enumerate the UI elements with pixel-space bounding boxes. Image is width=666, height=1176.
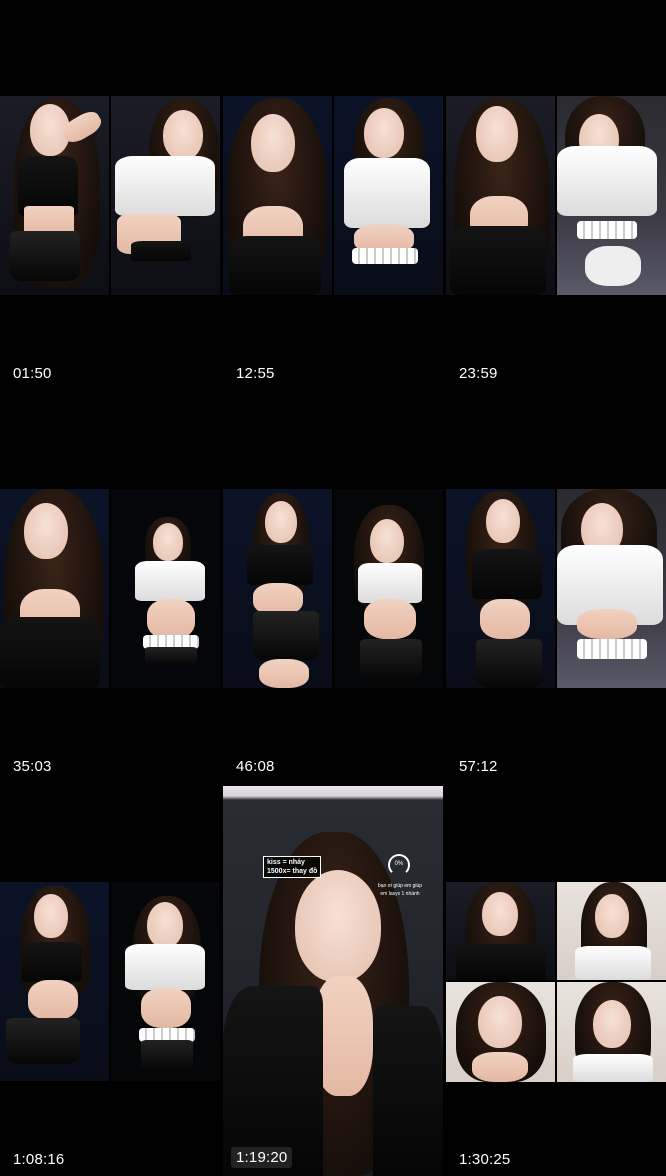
thumbnail-image-left: [446, 96, 555, 295]
thumbnail-image-left: [446, 489, 555, 688]
thumbnail-image-left: [0, 882, 109, 1081]
thumbnail-cell: [557, 982, 666, 1082]
thumbnail-image: [223, 786, 443, 1176]
video-thumbnail-1[interactable]: 01:50: [0, 0, 220, 390]
timestamp: 23:59: [459, 365, 498, 382]
thumbnail-image-right: [334, 489, 443, 688]
overlay-caption: bạn ơi giúp em giúp em lasys 1 nhánh: [373, 882, 427, 898]
timestamp: 1:30:25: [459, 1151, 511, 1168]
thumbnail-image-right: [557, 489, 666, 688]
thumbnail-cell: [446, 982, 555, 1082]
timestamp: 35:03: [13, 758, 52, 775]
timestamp: 01:50: [13, 365, 52, 382]
thumbnail-cell: [446, 882, 555, 980]
caption-line-2: em lasys 1 nhánh: [380, 891, 420, 897]
progress-badge: 0%: [394, 861, 404, 867]
timestamp: 1:19:20: [231, 1147, 293, 1168]
thumbnail-cell: [557, 882, 666, 980]
video-thumbnail-6[interactable]: 57:12: [446, 393, 666, 783]
thumbnail-image-left: [223, 489, 332, 688]
timestamp: 46:08: [236, 758, 275, 775]
thumbnail-grid: [446, 882, 666, 1082]
caption-line-1: bạn ơi giúp em giúp: [377, 883, 423, 889]
timestamp: 1:08:16: [13, 1151, 65, 1168]
overlay-line-2: 1500x= thay đồ: [267, 868, 318, 875]
thumbnail-image-right: [557, 96, 666, 295]
thumbnail-image-right: [111, 96, 220, 295]
thumbnail-image-left: [0, 489, 109, 688]
video-thumbnail-3[interactable]: 23:59: [446, 0, 666, 390]
thumbnail-image-left: [223, 96, 332, 295]
overlay-text: kiss = nhảy 1500x= thay đồ: [263, 856, 322, 878]
video-thumbnail-9[interactable]: 1:30:25: [446, 786, 666, 1176]
video-thumbnail-4[interactable]: 35:03: [0, 393, 220, 783]
overlay-line-1: kiss = nhảy: [267, 859, 305, 866]
video-thumbnail-5[interactable]: 46:08: [223, 393, 443, 783]
timestamp: 12:55: [236, 365, 275, 382]
thumbnail-image-right: [334, 96, 443, 295]
thumbnail-image-left: [0, 96, 109, 295]
thumbnail-image-right: [111, 489, 220, 688]
thumbnail-image-right: [111, 882, 220, 1081]
video-thumbnail-7[interactable]: 1:08:16: [0, 786, 220, 1176]
video-thumbnail-2[interactable]: 12:55: [223, 0, 443, 390]
video-thumbnail-8[interactable]: kiss = nhảy 1500x= thay đồ 0% bạn ơi giú…: [223, 786, 443, 1176]
timestamp: 57:12: [459, 758, 498, 775]
